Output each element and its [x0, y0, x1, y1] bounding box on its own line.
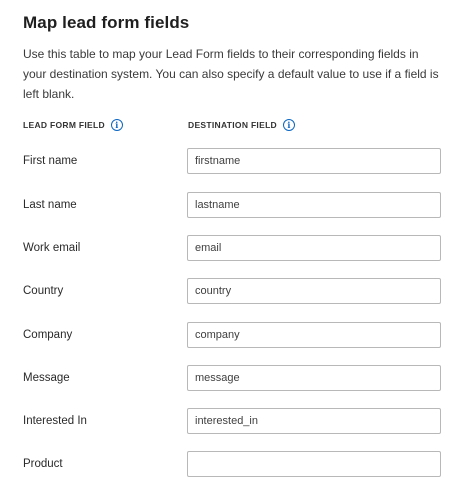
- page-title: Map lead form fields: [23, 13, 190, 32]
- field-label: Interested In: [23, 415, 87, 427]
- field-label: Work email: [23, 242, 81, 254]
- field-row: Last name: [0, 192, 466, 218]
- info-icon[interactable]: i: [283, 119, 295, 131]
- field-label: Message: [23, 372, 70, 384]
- field-row: Country: [0, 278, 466, 304]
- field-row: Interested In: [0, 408, 466, 434]
- field-label: Product: [23, 458, 63, 470]
- field-label: Last name: [23, 199, 77, 211]
- destination-field-input[interactable]: [187, 278, 441, 304]
- info-icon[interactable]: i: [110, 119, 123, 131]
- field-label: Company: [23, 329, 73, 341]
- column-header-label: DESTINATION FIELD: [188, 120, 277, 130]
- destination-field-input[interactable]: [187, 235, 441, 261]
- field-row: Company: [0, 322, 466, 348]
- column-header-lead-form-field: LEAD FORM FIELD i: [23, 118, 123, 132]
- field-label: Country: [23, 285, 64, 297]
- field-row: First name: [0, 148, 466, 174]
- destination-field-input[interactable]: [187, 192, 441, 218]
- field-row: Work email: [0, 235, 466, 261]
- page-description: Use this table to map your Lead Form fie…: [23, 47, 439, 101]
- field-row: Product: [0, 451, 466, 477]
- column-header-label: LEAD FORM FIELD: [23, 120, 105, 130]
- destination-field-input[interactable]: [187, 148, 441, 174]
- column-header-destination-field: DESTINATION FIELD i: [188, 118, 295, 132]
- destination-field-input[interactable]: [187, 451, 441, 477]
- field-row: Message: [0, 365, 466, 391]
- destination-field-input[interactable]: [187, 365, 441, 391]
- destination-field-input[interactable]: [187, 408, 441, 434]
- field-label: First name: [23, 155, 78, 167]
- destination-field-input[interactable]: [187, 322, 441, 348]
